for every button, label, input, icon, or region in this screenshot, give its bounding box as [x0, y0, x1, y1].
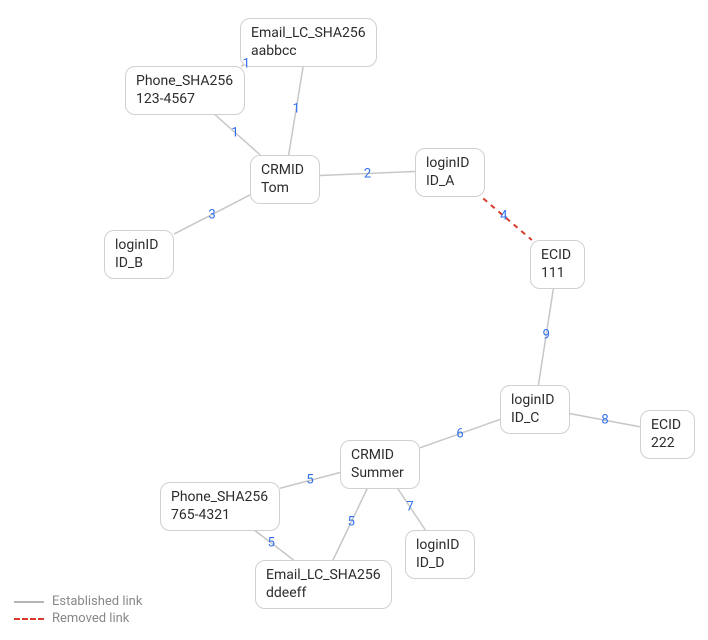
- graph-node[interactable]: Phone_SHA256123-4567: [125, 66, 245, 115]
- node-namespace: Phone_SHA256: [136, 73, 234, 91]
- node-namespace: Email_LC_SHA256: [266, 567, 381, 585]
- graph-node[interactable]: loginIDID_A: [415, 148, 485, 197]
- node-value: 123-4567: [136, 91, 234, 109]
- graph-node[interactable]: ECID222: [640, 410, 695, 459]
- node-value: 222: [651, 435, 684, 453]
- node-namespace: ECID: [651, 417, 684, 435]
- node-value: Tom: [261, 180, 309, 198]
- graph-edge: [289, 62, 304, 155]
- legend-line-icon: [14, 618, 44, 620]
- node-namespace: Email_LC_SHA256: [251, 25, 366, 43]
- graph-edge: [333, 484, 369, 560]
- node-namespace: loginID: [416, 537, 464, 555]
- node-namespace: loginID: [511, 392, 559, 410]
- graph-node[interactable]: loginIDID_D: [405, 530, 475, 579]
- graph-edge: [320, 171, 415, 175]
- graph-edges: [0, 0, 708, 640]
- legend-established: Established link: [14, 594, 142, 609]
- node-namespace: loginID: [426, 155, 474, 173]
- node-namespace: CRMID: [261, 162, 309, 180]
- node-value: ID_A: [426, 173, 474, 191]
- legend-label: Established link: [52, 594, 142, 609]
- node-namespace: ECID: [541, 247, 574, 265]
- legend: Established link Removed link: [14, 592, 142, 626]
- node-value: ID_D: [416, 555, 464, 573]
- legend-line-icon: [14, 601, 44, 603]
- node-value: aabbcc: [251, 43, 366, 61]
- graph-edge: [249, 526, 294, 560]
- graph-edge-removed: [476, 192, 532, 240]
- node-value: 765-4321: [171, 507, 269, 525]
- graph-node[interactable]: ECID111: [530, 240, 585, 289]
- node-value: ID_B: [115, 255, 163, 273]
- graph-edge: [420, 419, 500, 447]
- legend-removed: Removed link: [14, 611, 142, 626]
- graph-node[interactable]: loginIDID_C: [500, 385, 570, 434]
- graph-node[interactable]: Phone_SHA256765-4321: [160, 482, 280, 531]
- legend-label: Removed link: [52, 611, 129, 626]
- graph-node[interactable]: CRMIDTom: [250, 155, 320, 204]
- node-value: ID_C: [511, 410, 559, 428]
- node-namespace: CRMID: [351, 447, 409, 465]
- graph-node[interactable]: Email_LC_SHA256ddeeff: [255, 560, 392, 609]
- graph-edge: [570, 414, 640, 427]
- graph-node[interactable]: loginIDID_B: [104, 230, 174, 279]
- graph-edge: [280, 473, 340, 489]
- graph-edge: [538, 284, 554, 385]
- graph-edge: [174, 195, 250, 234]
- graph-node[interactable]: Email_LC_SHA256aabbcc: [240, 18, 377, 67]
- graph-node[interactable]: CRMIDSummer: [340, 440, 420, 489]
- node-value: Summer: [351, 465, 409, 483]
- node-value: 111: [541, 265, 574, 283]
- node-namespace: Phone_SHA256: [171, 489, 269, 507]
- graph-edge: [395, 484, 426, 530]
- node-value: ddeeff: [266, 585, 381, 603]
- graph-edge: [210, 110, 261, 155]
- node-namespace: loginID: [115, 237, 163, 255]
